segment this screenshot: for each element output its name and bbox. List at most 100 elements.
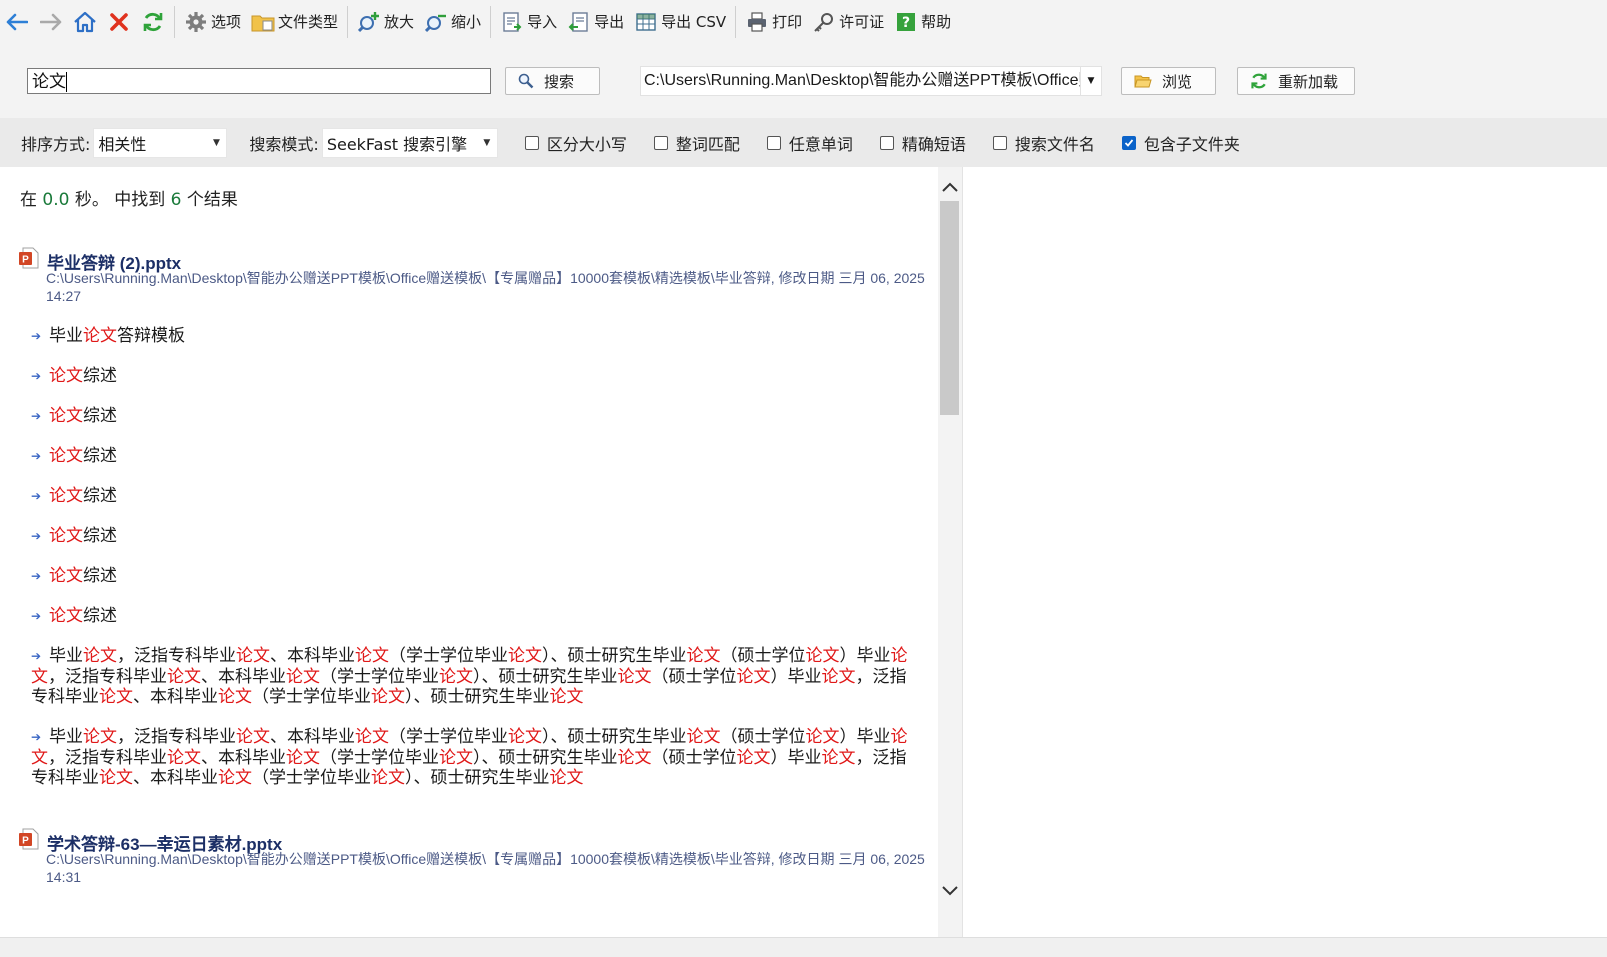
browse-button[interactable]: 浏览 [1121, 67, 1216, 95]
zoom-out-button[interactable]: 缩小 [419, 4, 486, 40]
arrow-right-icon: ➔ [31, 329, 42, 343]
checkbox-empty-icon[interactable] [524, 135, 539, 150]
result-snippet[interactable]: ➔ 论文综述 [31, 486, 911, 507]
zoom-out-icon [424, 10, 448, 34]
checkbox-label: 精确短语 [901, 134, 966, 154]
mode-label: 搜索模式: [249, 134, 319, 154]
option-checkbox[interactable]: 任意单词 [766, 131, 853, 155]
import-button[interactable]: 导入 [495, 4, 562, 40]
result-snippet[interactable]: ➔ 毕业论文答辩模板 [31, 326, 911, 347]
status-bar [0, 937, 1607, 957]
search-query: 论文 [32, 72, 66, 92]
arrow-right-icon: ➔ [31, 569, 42, 583]
csv-table-icon [634, 10, 658, 34]
option-checkbox[interactable]: 包含子文件夹 [1121, 131, 1240, 155]
scroll-down-icon[interactable] [938, 879, 962, 903]
results-scrollbar[interactable] [938, 167, 962, 937]
print-button[interactable]: 打印 [740, 4, 807, 40]
result-snippet[interactable]: ➔ 论文综述 [31, 446, 911, 467]
reload-button[interactable]: 重新加载 [1237, 67, 1355, 95]
checkbox-checked-icon[interactable] [1121, 135, 1136, 150]
browse-button-label: 浏览 [1162, 72, 1193, 91]
zoom-in-button[interactable]: 放大 [352, 4, 419, 40]
export-csv-button[interactable]: 导出 CSV [629, 4, 731, 40]
scroll-up-icon[interactable] [938, 175, 962, 199]
checkbox-label: 包含子文件夹 [1143, 134, 1240, 154]
checkbox-label: 任意单词 [788, 134, 853, 154]
option-checkbox[interactable]: 搜索文件名 [992, 131, 1095, 155]
back-icon[interactable] [0, 4, 34, 40]
svg-text:P: P [22, 255, 29, 266]
arrow-right-icon: ➔ [31, 649, 42, 663]
summary-count: 6 [170, 190, 182, 210]
arrow-right-icon: ➔ [31, 489, 42, 503]
options-button[interactable]: 选项 [179, 4, 246, 40]
search-mode-value: SeekFast 搜索引擎 [326, 134, 468, 154]
checkbox-label: 搜索文件名 [1014, 134, 1095, 154]
result-snippet[interactable]: ➔ 论文综述 [31, 526, 911, 547]
arrow-right-icon: ➔ [31, 609, 42, 623]
home-icon[interactable] [68, 4, 102, 40]
chevron-down-icon[interactable]: ▼ [1080, 66, 1102, 96]
arrow-right-icon: ➔ [31, 369, 42, 383]
stop-icon[interactable] [102, 4, 136, 40]
sort-select[interactable]: 相关性 ▼ [93, 127, 228, 158]
toolbar: 选项 文件类型 放大 缩小 导入 导出 导出 CSV 打印 许可证 ? 帮助 [0, 0, 1607, 43]
import-label: 导入 [527, 13, 558, 31]
results-list: 在 0.0 秒。 中找到 6 个结果 P 毕业答辩 (2).pptx C:\User… [0, 167, 938, 937]
sort-value: 相关性 [98, 134, 147, 154]
text-caret [66, 72, 67, 92]
option-checkbox[interactable]: 精确短语 [879, 131, 966, 155]
result-snippet[interactable]: ➔ 毕业论文，泛指专科毕业论文、本科毕业论文（学士学位毕业论文）、硕士研究生毕业论… [31, 727, 911, 789]
arrow-right-icon: ➔ [31, 449, 42, 463]
search-mode-select[interactable]: SeekFast 搜索引擎 ▼ [321, 127, 498, 158]
export-button[interactable]: 导出 [562, 4, 629, 40]
folder-path-combobox[interactable]: C:\Users\Running.Man\Desktop\智能办公赠送PPT模板… [640, 66, 1100, 96]
option-checkbox[interactable]: 区分大小写 [524, 131, 627, 155]
powerpoint-file-icon: P [19, 828, 39, 850]
license-label: 许可证 [839, 13, 885, 31]
option-checkbox[interactable]: 整词匹配 [653, 131, 740, 155]
option-checkboxes: 区分大小写 整词匹配 任意单词 精确短语 搜索文件名 包含子文件夹 [498, 131, 1240, 155]
help-button[interactable]: ? 帮助 [889, 4, 956, 40]
summary-suffix: 个结果 [186, 190, 238, 210]
license-button[interactable]: 许可证 [807, 4, 889, 40]
key-icon [812, 10, 836, 34]
toolbar-separator [347, 5, 349, 38]
help-label: 帮助 [921, 13, 952, 31]
result-snippet[interactable]: ➔ 论文综述 [31, 566, 911, 587]
chevron-down-icon: ▼ [483, 137, 491, 148]
refresh-icon[interactable] [136, 4, 170, 40]
search-input[interactable]: 论文 [27, 68, 491, 94]
result-file-path: C:\Users\Running.Man\Desktop\智能办公赠送PPT模板… [46, 851, 925, 885]
result-snippet[interactable]: ➔ 论文综述 [31, 606, 911, 627]
toolbar-separator [490, 5, 492, 38]
result-summary: 在 0.0 秒。 中找到 6 个结果 [20, 185, 238, 210]
checkbox-label: 整词匹配 [675, 134, 740, 154]
checkbox-empty-icon[interactable] [992, 135, 1007, 150]
file-types-button[interactable]: 文件类型 [246, 4, 343, 40]
search-button[interactable]: 搜索 [505, 67, 600, 95]
result-snippet[interactable]: ➔ 毕业论文，泛指专科毕业论文、本科毕业论文（学士学位毕业论文）、硕士研究生毕业论… [31, 646, 911, 708]
result-snippet[interactable]: ➔ 论文综述 [31, 366, 911, 387]
export-icon [567, 10, 591, 34]
result-snippet[interactable]: ➔ 论文综述 [31, 406, 911, 427]
checkbox-label: 区分大小写 [546, 134, 627, 154]
forward-icon[interactable] [34, 4, 68, 40]
arrow-right-icon: ➔ [31, 730, 42, 744]
scrollbar-thumb[interactable] [940, 201, 959, 415]
magnifier-icon [518, 73, 534, 89]
folder-path-value: C:\Users\Running.Man\Desktop\智能办公赠送PPT模板… [644, 72, 1099, 89]
help-icon: ? [894, 10, 918, 34]
checkbox-empty-icon[interactable] [766, 135, 781, 150]
search-button-label: 搜索 [544, 72, 575, 91]
checkbox-empty-icon[interactable] [879, 135, 894, 150]
arrow-right-icon: ➔ [31, 409, 42, 423]
export-label: 导出 [594, 13, 625, 31]
summary-prefix: 在 [20, 190, 37, 210]
folder-icon [251, 10, 275, 34]
powerpoint-file-icon: P [19, 247, 39, 269]
summary-seconds: 0.0 [42, 190, 70, 210]
export-csv-label: 导出 CSV [661, 13, 727, 31]
checkbox-empty-icon[interactable] [653, 135, 668, 150]
